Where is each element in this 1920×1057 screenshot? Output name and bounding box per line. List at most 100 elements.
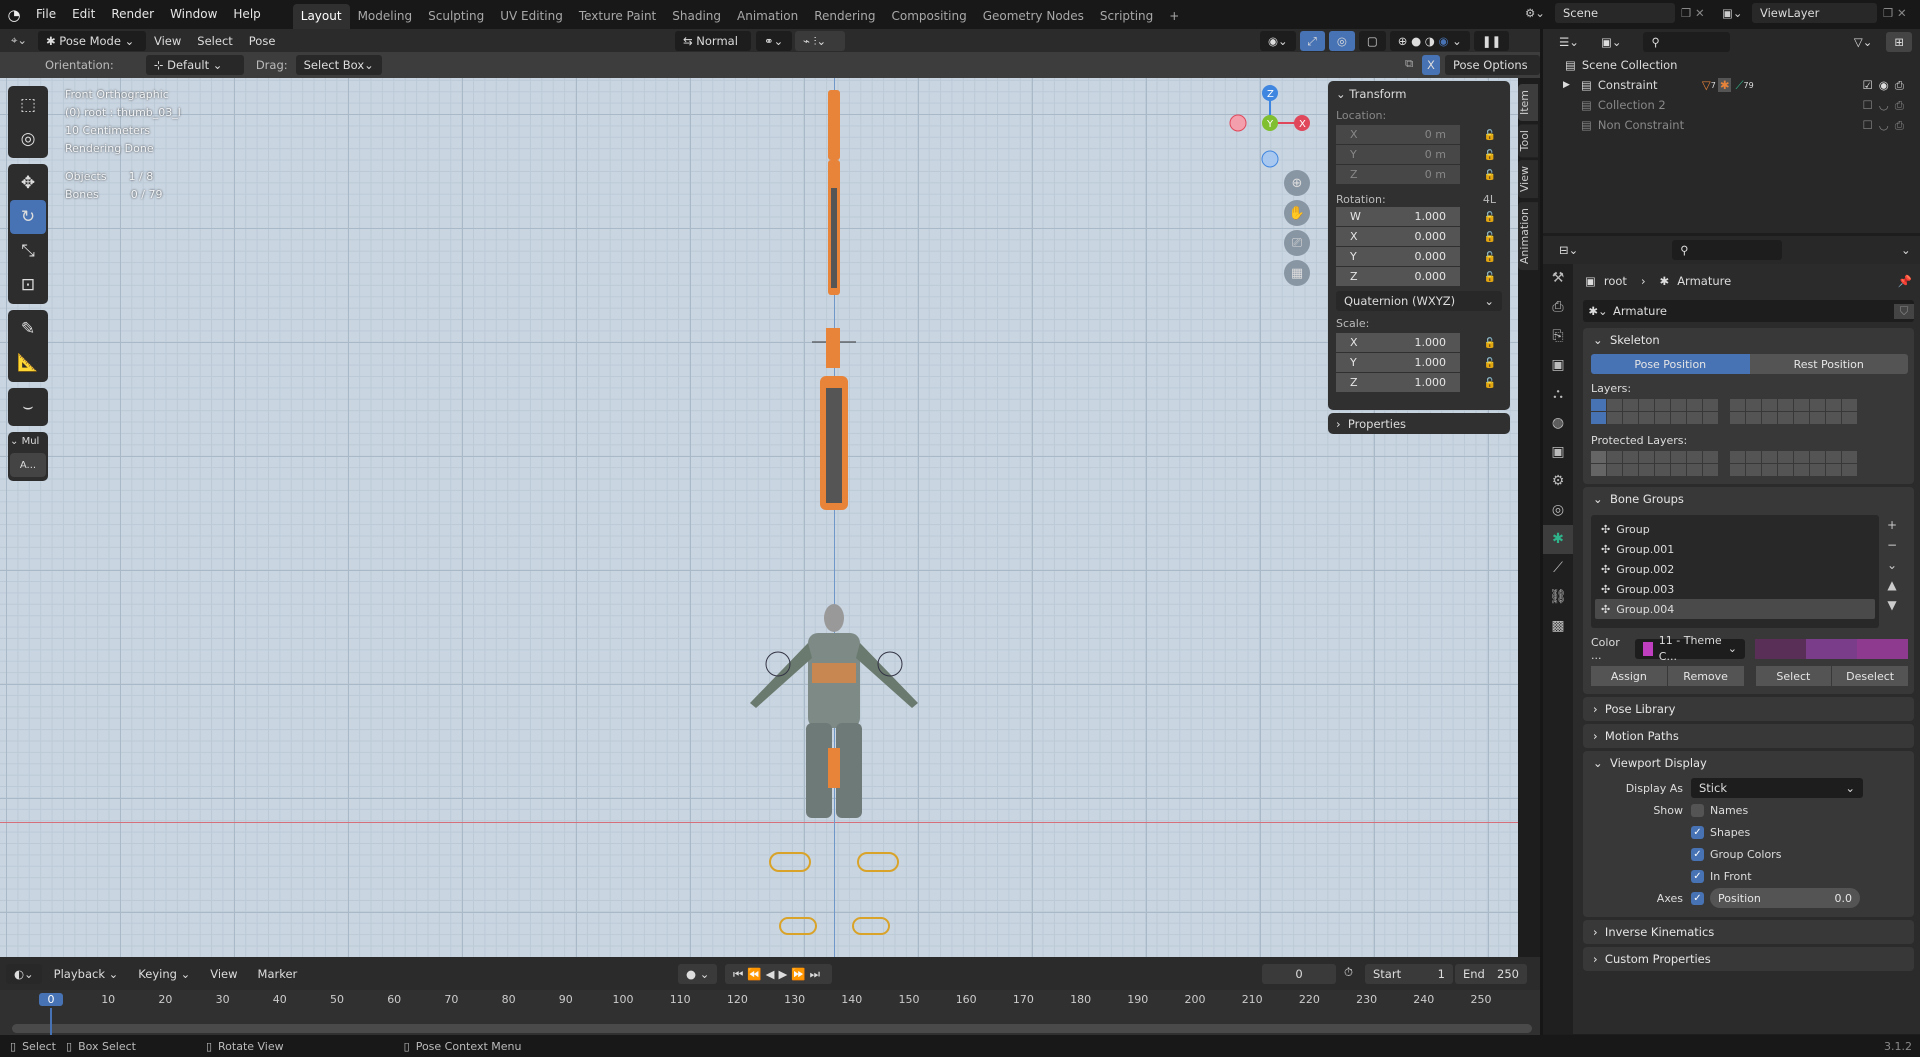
layer-cell[interactable] [1591, 412, 1606, 424]
transform-orientation-dropdown[interactable]: ⇆ Normal ⌄ [675, 31, 751, 64]
mode-dropdown[interactable]: ✱ Pose Mode ⌄ [38, 30, 146, 51]
remove-group-icon[interactable]: − [1887, 535, 1897, 555]
layer-cell[interactable] [1623, 412, 1638, 424]
color-set-dropdown[interactable]: 11 - Theme C... ⌄ [1635, 634, 1745, 663]
bone-groups-header[interactable]: ⌄ Bone Groups [1583, 487, 1914, 511]
show-shapes-checkbox[interactable]: ✓ [1691, 825, 1704, 839]
scale-x-field[interactable]: X 1.000 [1336, 333, 1460, 352]
lock-icon[interactable]: 🔓 [1480, 130, 1500, 141]
pose-position-button[interactable]: Pose Position [1591, 354, 1750, 374]
pivot-dropdown[interactable]: ⚭⌄ [756, 31, 792, 51]
rotation-z-field[interactable]: Z 0.000 [1336, 267, 1460, 286]
timeline-scrollbar[interactable] [12, 1024, 1532, 1033]
move-down-icon[interactable]: ▼ [1887, 595, 1897, 615]
rotation-mode-dropdown[interactable]: Quaternion (WXYZ) ⌄ [1336, 291, 1502, 311]
stopwatch-icon[interactable]: ⏱ [1344, 965, 1353, 980]
layer-cell[interactable] [1778, 464, 1793, 476]
layer-cell[interactable] [1591, 464, 1606, 476]
location-y-field[interactable]: Y 0 m [1336, 145, 1460, 164]
remove-button[interactable]: Remove [1667, 666, 1744, 686]
layer-cell[interactable] [1762, 399, 1777, 411]
layer-cell[interactable] [1655, 399, 1670, 411]
toolbar-extra-button[interactable]: A... [10, 453, 46, 477]
layer-cell[interactable] [1778, 451, 1793, 463]
rest-position-button[interactable]: Rest Position [1749, 354, 1908, 374]
menu-marker[interactable]: Marker [250, 967, 306, 981]
group-specials-icon[interactable]: ⌄ [1887, 555, 1897, 575]
fake-user-icon[interactable]: ⛉ [1894, 303, 1914, 319]
viewlayer-copy-icon[interactable]: ❐ ✕ [1877, 6, 1917, 20]
layer-cell[interactable] [1607, 399, 1622, 411]
layer-cell[interactable] [1655, 451, 1670, 463]
tab-texture-paint[interactable]: Texture Paint [571, 4, 664, 29]
scene-name-field[interactable]: Scene [1555, 3, 1675, 23]
assign-button[interactable]: Assign [1591, 666, 1667, 686]
blender-logo-icon[interactable]: ◔ [0, 6, 28, 24]
select-button[interactable]: Select [1755, 666, 1832, 686]
color-swatch[interactable] [1755, 639, 1806, 659]
layer-cell[interactable] [1826, 412, 1841, 424]
deselect-button[interactable]: Deselect [1832, 666, 1908, 686]
bone-group-item[interactable]: ✣ Group.004 [1595, 599, 1875, 619]
measure-tool-icon[interactable]: 📐 [10, 346, 46, 380]
cursor-tool-icon[interactable]: ◎ [10, 122, 46, 156]
properties-tab-physics-icon[interactable]: ◎ [1543, 496, 1573, 525]
scale-tool-icon[interactable]: ⤡ [10, 234, 46, 268]
layer-cell[interactable] [1842, 412, 1857, 424]
pose-options-dropdown[interactable]: Pose Options ⌄ [1445, 55, 1540, 88]
layer-cell[interactable] [1730, 399, 1745, 411]
rotation-w-field[interactable]: W 1.000 [1336, 207, 1460, 226]
layer-cell[interactable] [1639, 451, 1654, 463]
xray-toggle-icon[interactable]: ▢ [1358, 31, 1386, 51]
layer-cell[interactable] [1639, 412, 1654, 424]
tab-geometry-nodes[interactable]: Geometry Nodes [975, 4, 1092, 29]
tab-layout[interactable]: Layout [292, 4, 350, 29]
current-frame-field[interactable]: 0 [1262, 964, 1336, 984]
scale-z-field[interactable]: Z 1.000 [1336, 373, 1460, 392]
properties-tab-scene-icon[interactable]: ⛬ [1543, 380, 1573, 409]
properties-tab-object-icon[interactable]: ▣ [1543, 438, 1573, 467]
menu-render[interactable]: Render [103, 0, 162, 29]
properties-tab-tool-icon[interactable]: ⚒ [1543, 264, 1573, 293]
sidebar-tab-animation[interactable]: Animation [1518, 201, 1538, 270]
layer-cell[interactable] [1810, 464, 1825, 476]
menu-edit[interactable]: Edit [64, 0, 103, 29]
layer-cell[interactable] [1778, 399, 1793, 411]
move-up-icon[interactable]: ▲ [1887, 575, 1897, 595]
playhead[interactable] [50, 1008, 52, 1035]
layer-cell[interactable] [1746, 412, 1761, 424]
layer-cell[interactable] [1746, 399, 1761, 411]
layer-cell[interactable] [1842, 451, 1857, 463]
layer-cell[interactable] [1639, 464, 1654, 476]
layer-cell[interactable] [1730, 412, 1745, 424]
gizmo-toggle-icon[interactable]: ⤢ [1299, 31, 1325, 51]
properties-tab-texture-icon[interactable]: ▩ [1543, 612, 1573, 641]
layer-cell[interactable] [1794, 412, 1809, 424]
bone-group-item[interactable]: ✣ Group.001 [1595, 539, 1875, 559]
breadcrumb-data[interactable]: Armature [1677, 274, 1731, 288]
select-box-tool-icon[interactable]: ⬚ [10, 88, 46, 122]
3d-viewport[interactable]: Front Orthographic (0) root : thumb_03_l… [0, 78, 1518, 957]
scene-collection-row[interactable]: ▤ Scene Collection [1543, 55, 1920, 75]
scene-selector[interactable]: ⚙⌄ Scene ❐ ✕ [1525, 3, 1715, 23]
layer-cell[interactable] [1639, 399, 1654, 411]
show-names-checkbox[interactable] [1691, 803, 1704, 817]
layer-cell[interactable] [1671, 399, 1686, 411]
overlay-toggle-icon[interactable]: ◎ [1328, 31, 1355, 51]
layer-cell[interactable] [1607, 451, 1622, 463]
layer-cell[interactable] [1778, 412, 1793, 424]
menu-select[interactable]: Select [189, 34, 240, 48]
tab-shading[interactable]: Shading [664, 4, 729, 29]
layer-cell[interactable] [1810, 399, 1825, 411]
layer-cell[interactable] [1671, 451, 1686, 463]
outliner-row[interactable]: ▶ ▤ Constraint ▽ 7 ✱ ⟋ 79 ☑◉⎙ [1543, 75, 1920, 95]
breadcrumb-object[interactable]: root [1604, 274, 1627, 288]
lock-icon[interactable]: 🔓 [1480, 252, 1500, 263]
visibility-controls[interactable]: ☐◡⎙ [1862, 98, 1910, 113]
transform-panel-header[interactable]: ⌄ Transform [1336, 85, 1502, 103]
relax-pose-tool-icon[interactable]: ⌣ [10, 390, 46, 424]
navigation-gizmo[interactable]: X Y Z [1225, 83, 1315, 173]
layers-grid[interactable] [1591, 399, 1914, 424]
lock-icon[interactable]: 🔓 [1480, 272, 1500, 283]
layer-cell[interactable] [1730, 451, 1745, 463]
